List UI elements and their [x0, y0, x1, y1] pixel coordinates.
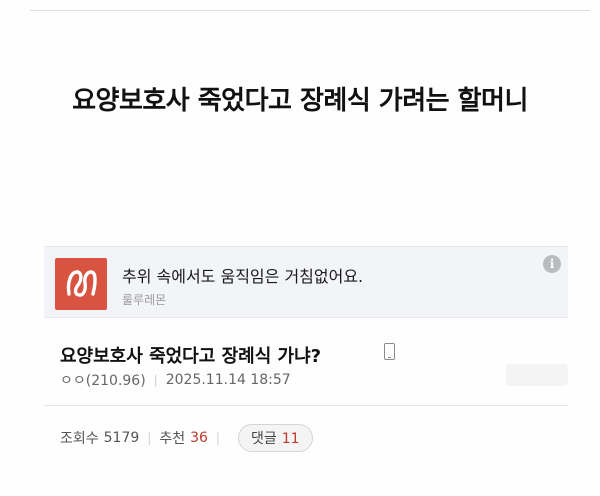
- content-divider: [44, 405, 568, 406]
- page: 요양보호사 죽었다고 장례식 가려는 할머니 추위 속에서도 움직임은 거침없어…: [0, 0, 600, 496]
- post-title[interactable]: 요양보호사 죽었다고 장례식 가냐?: [60, 342, 321, 368]
- info-icon[interactable]: i: [543, 255, 561, 273]
- recommend-count: 36: [190, 430, 208, 446]
- stats-separator: |: [147, 431, 152, 445]
- comments-label: 댓글: [250, 431, 277, 447]
- meta-separator: |: [153, 373, 158, 387]
- headline-caption: 요양보호사 죽었다고 장례식 가려는 할머니: [72, 86, 528, 116]
- views-count: 5179: [103, 430, 140, 446]
- mobile-phone-icon: [384, 343, 395, 360]
- stats-separator: |: [215, 431, 220, 445]
- post-author[interactable]: ㅇㅇ(210.96): [60, 370, 146, 390]
- post-stats: 조회수 5179 | 추천 36 | 댓글 11: [60, 424, 313, 452]
- blurred-region: [506, 364, 568, 386]
- views-label: 조회수: [60, 431, 99, 447]
- comments-count: 11: [281, 431, 300, 447]
- ad-title[interactable]: 추위 속에서도 움직임은 거침없어요.: [122, 263, 363, 287]
- lululemon-logo-icon[interactable]: [55, 258, 107, 310]
- comments-button[interactable]: 댓글 11: [237, 424, 313, 452]
- ad-brand: 룰루레몬: [122, 293, 167, 307]
- ad-banner[interactable]: 추위 속에서도 움직임은 거침없어요. 룰루레몬 i: [44, 246, 568, 318]
- post-timestamp: 2025.11.14 18:57: [165, 372, 291, 388]
- recommend-label: 추천: [159, 431, 186, 447]
- top-divider: [30, 10, 590, 11]
- post-meta: ㅇㅇ(210.96) | 2025.11.14 18:57: [60, 370, 291, 390]
